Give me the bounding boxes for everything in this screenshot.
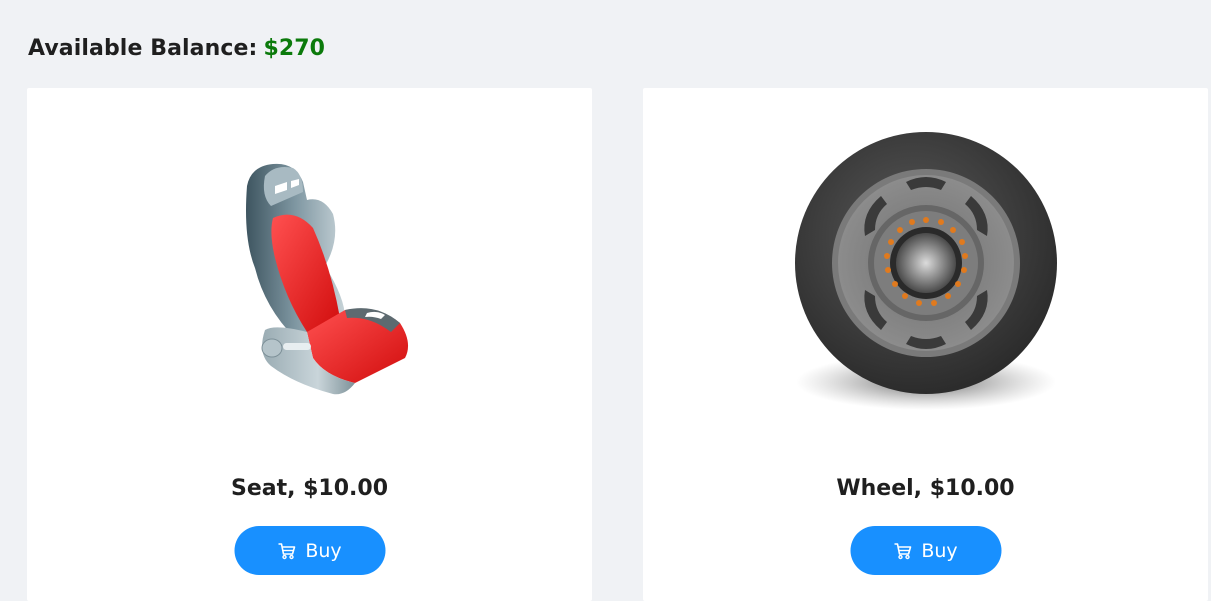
buy-button-label: Buy bbox=[921, 539, 958, 562]
product-card-seat: Seat, $10.00 Buy bbox=[27, 88, 592, 601]
balance-label: Available Balance: bbox=[28, 36, 258, 61]
balance-row: Available Balance: $270 bbox=[28, 36, 325, 61]
buy-button-label: Buy bbox=[305, 539, 342, 562]
balance-value: $270 bbox=[263, 36, 326, 61]
wheel-image bbox=[643, 88, 1208, 458]
car-seat-image bbox=[27, 88, 592, 458]
product-name: Wheel, $10.00 bbox=[836, 476, 1015, 501]
shopping-cart-icon bbox=[278, 542, 296, 559]
product-card-wheel: Wheel, $10.00 Buy bbox=[643, 88, 1208, 601]
buy-button-wheel[interactable]: Buy bbox=[850, 526, 1001, 575]
product-name: Seat, $10.00 bbox=[230, 476, 389, 501]
buy-button-seat[interactable]: Buy bbox=[234, 526, 385, 575]
shopping-cart-icon bbox=[894, 542, 912, 559]
